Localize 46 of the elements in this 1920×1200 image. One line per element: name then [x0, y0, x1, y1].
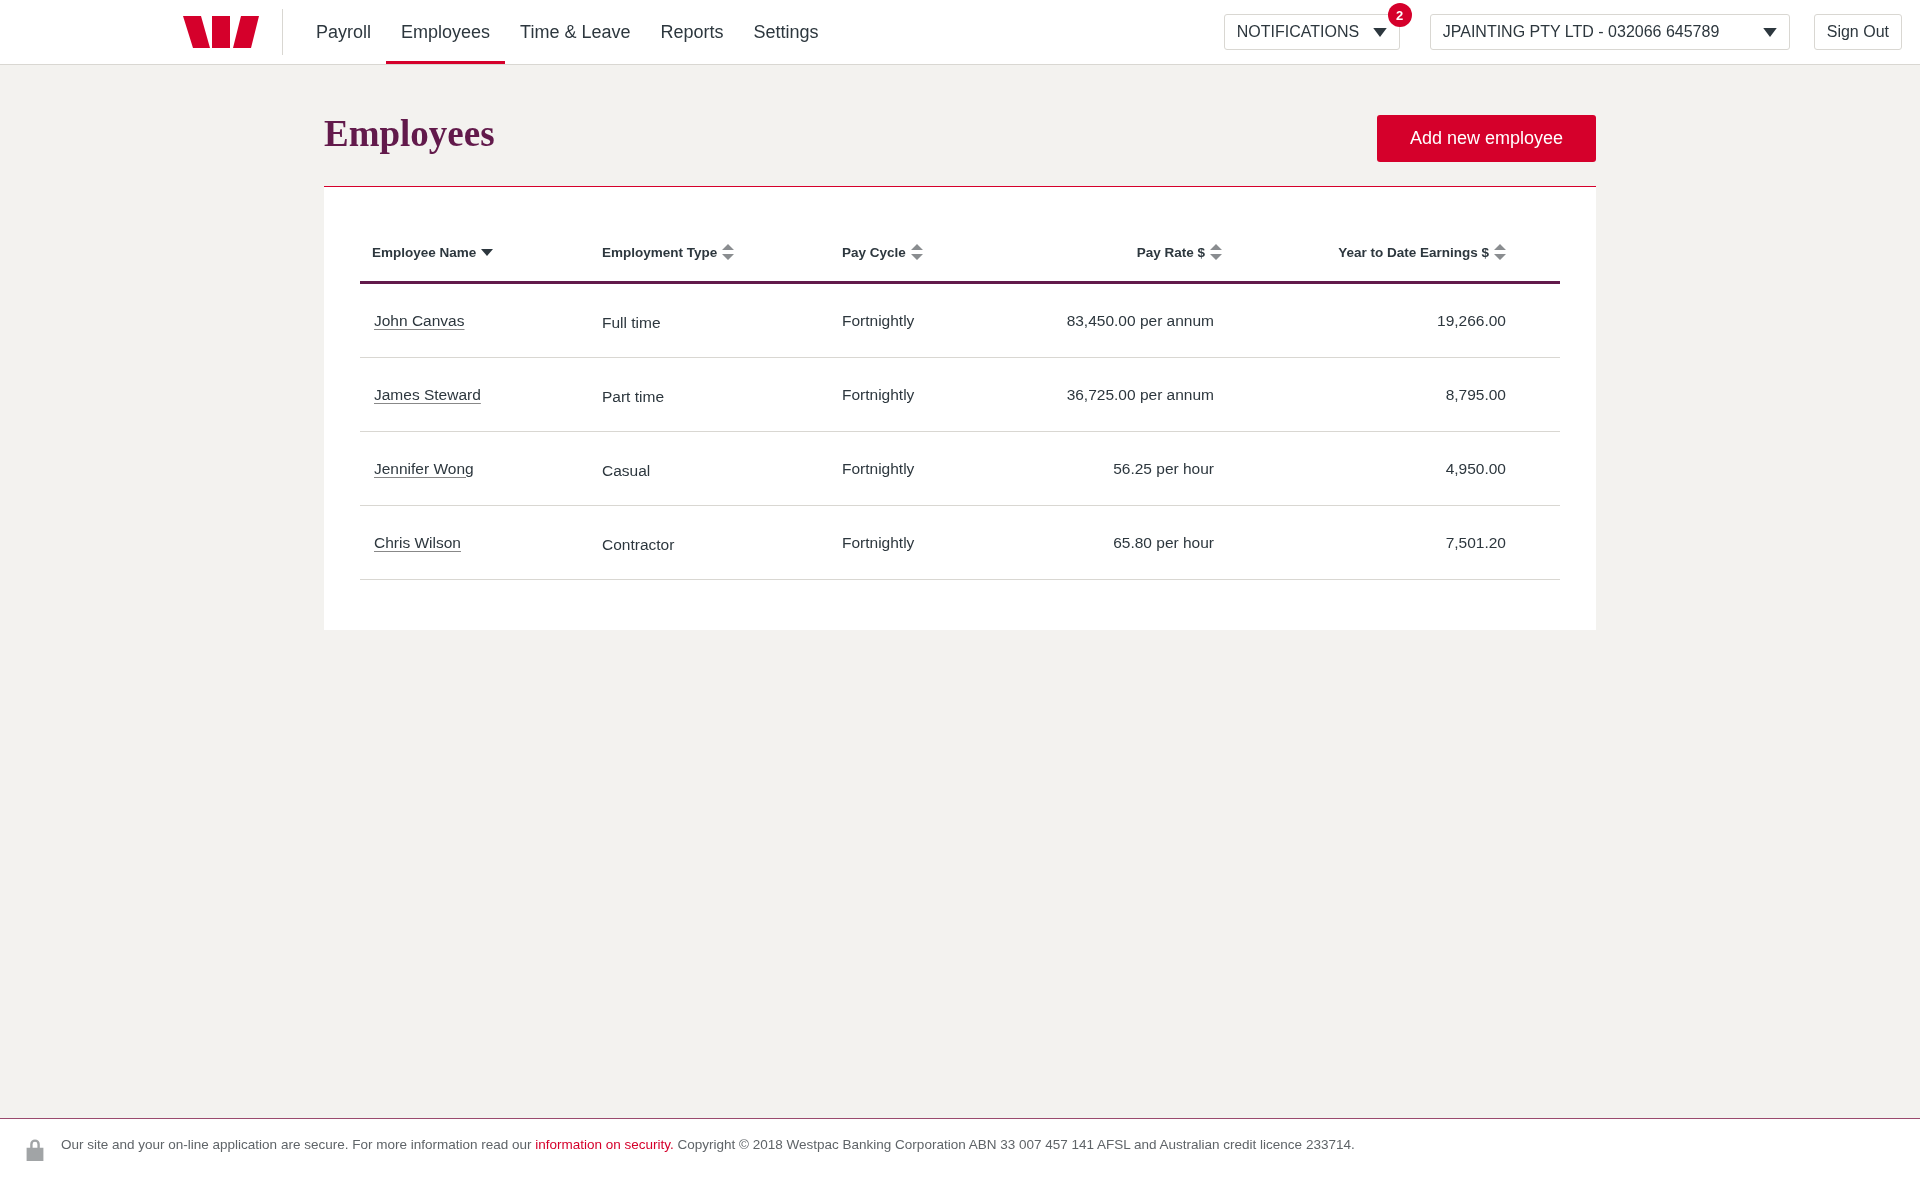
table-cell: 7,501.20	[1445, 533, 1506, 551]
table-cell: 36,725.00 per annum	[1066, 385, 1214, 403]
padlock-icon	[24, 1137, 46, 1161]
nav-tab[interactable]: Reports	[645, 0, 739, 64]
nav-tab[interactable]: Time & Leave	[505, 0, 646, 64]
table-cell-text: Casual	[602, 460, 651, 480]
table-cell: 19,266.00	[1437, 311, 1506, 329]
employee-name-link[interactable]: John Canvas	[374, 311, 465, 329]
column-header[interactable]: Year to Date Earnings $	[1338, 244, 1489, 260]
table-cell: Fortnightly	[842, 533, 915, 551]
nav-tab[interactable]: Payroll	[301, 0, 387, 64]
table-cell: Fortnightly	[842, 459, 915, 477]
security-information-link[interactable]: information on security.	[535, 1137, 674, 1152]
table-cell: 83,450.00 per annum	[1066, 311, 1214, 329]
table-cell: 4,950.00	[1445, 459, 1506, 477]
column-header[interactable]: Employment Type	[602, 244, 718, 260]
column-header[interactable]: Pay Rate $	[1136, 244, 1205, 260]
sort-icon[interactable]	[722, 244, 735, 260]
table-cell: 56.25 per hour	[1113, 459, 1214, 477]
nav-tab[interactable]: Employees	[386, 0, 506, 64]
employee-name-link[interactable]: James Steward	[374, 385, 481, 403]
notification-count-badge: 2	[1387, 3, 1412, 27]
employee-name-link[interactable]: Chris Wilson	[374, 533, 461, 551]
sort-descending-icon[interactable]	[481, 248, 494, 256]
add-employee-button[interactable]: Add new employee	[1376, 115, 1596, 162]
security-copyright-notice: Our site and your on-line application are secure. For more information read our information on security. Copyright © 2018 Westpac Banking Corporation ABN 33 007 457 141 AFSL and Australian credit licence 233714.	[61, 1137, 1355, 1152]
caret-icon	[1372, 27, 1387, 37]
employee-name-link[interactable]: Jennifer Wong	[374, 459, 474, 477]
sign-out-button[interactable]: Sign Out	[1813, 14, 1902, 50]
caret-icon	[1762, 27, 1777, 37]
table-cell-text: Full time	[602, 312, 661, 332]
logo-icon	[183, 16, 259, 48]
table-cell: 65.80 per hour	[1113, 533, 1214, 551]
table-cell: Fortnightly	[842, 385, 915, 403]
table-cell-text: Part time	[602, 386, 664, 406]
sort-icon[interactable]	[1210, 244, 1222, 260]
column-header[interactable]: Employee Name	[372, 244, 477, 260]
sort-icon[interactable]	[910, 244, 923, 260]
table-cell: 8,795.00	[1445, 385, 1506, 403]
account-dropdown[interactable]: JPAINTING PTY LTD - 032066 645789	[1429, 14, 1790, 50]
table-cell-text: Contractor	[602, 534, 675, 554]
nav-tab[interactable]: Settings	[738, 0, 834, 64]
column-header[interactable]: Pay Cycle	[842, 244, 906, 260]
table-cell: Fortnightly	[842, 311, 915, 329]
page-title: Employees	[324, 112, 495, 156]
sort-icon[interactable]	[1494, 244, 1506, 260]
